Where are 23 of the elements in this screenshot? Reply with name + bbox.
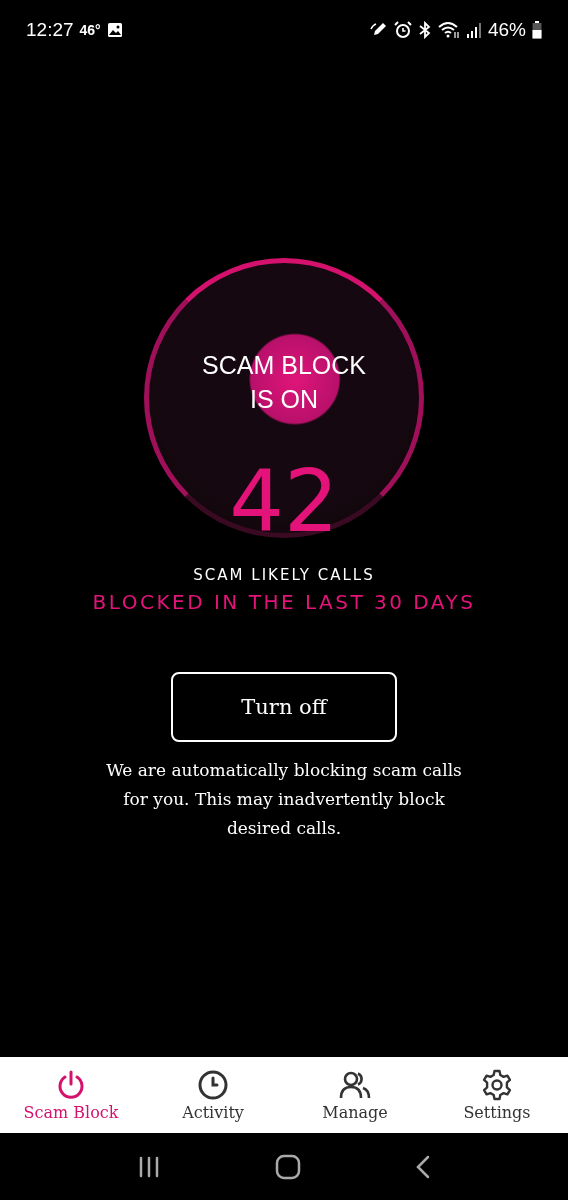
temperature: 46° [79, 22, 101, 38]
recents-icon[interactable] [137, 1154, 161, 1179]
turn-off-button[interactable]: Turn off [171, 672, 397, 742]
battery-icon [532, 21, 542, 39]
tab[interactable]: Manage [284, 1057, 426, 1133]
back-icon[interactable] [415, 1154, 431, 1179]
settings-icon [481, 1068, 513, 1101]
status-time: 12:27 [26, 19, 74, 41]
description: We are automatically blocking scam calls for you. This may inadvertently block desired calls. [105, 759, 463, 840]
count-label: SCAM LIKELY CALLS [193, 566, 375, 584]
gallery-icon [106, 22, 123, 38]
blocked-count: 42 [229, 458, 339, 544]
tab[interactable]: Scam Block [0, 1057, 142, 1133]
battery-percent: 46% [487, 19, 526, 41]
home-icon[interactable] [275, 1153, 301, 1180]
clock-icon [197, 1068, 229, 1101]
bluetooth-icon [417, 21, 432, 39]
wifi-icon [437, 21, 460, 39]
period-label: BLOCKED IN THE LAST 30 DAYS [92, 590, 476, 614]
tab[interactable]: Settings [426, 1057, 568, 1133]
signal-icon [465, 22, 482, 38]
alarm-icon [393, 21, 412, 39]
tab[interactable]: Activity [142, 1057, 284, 1133]
